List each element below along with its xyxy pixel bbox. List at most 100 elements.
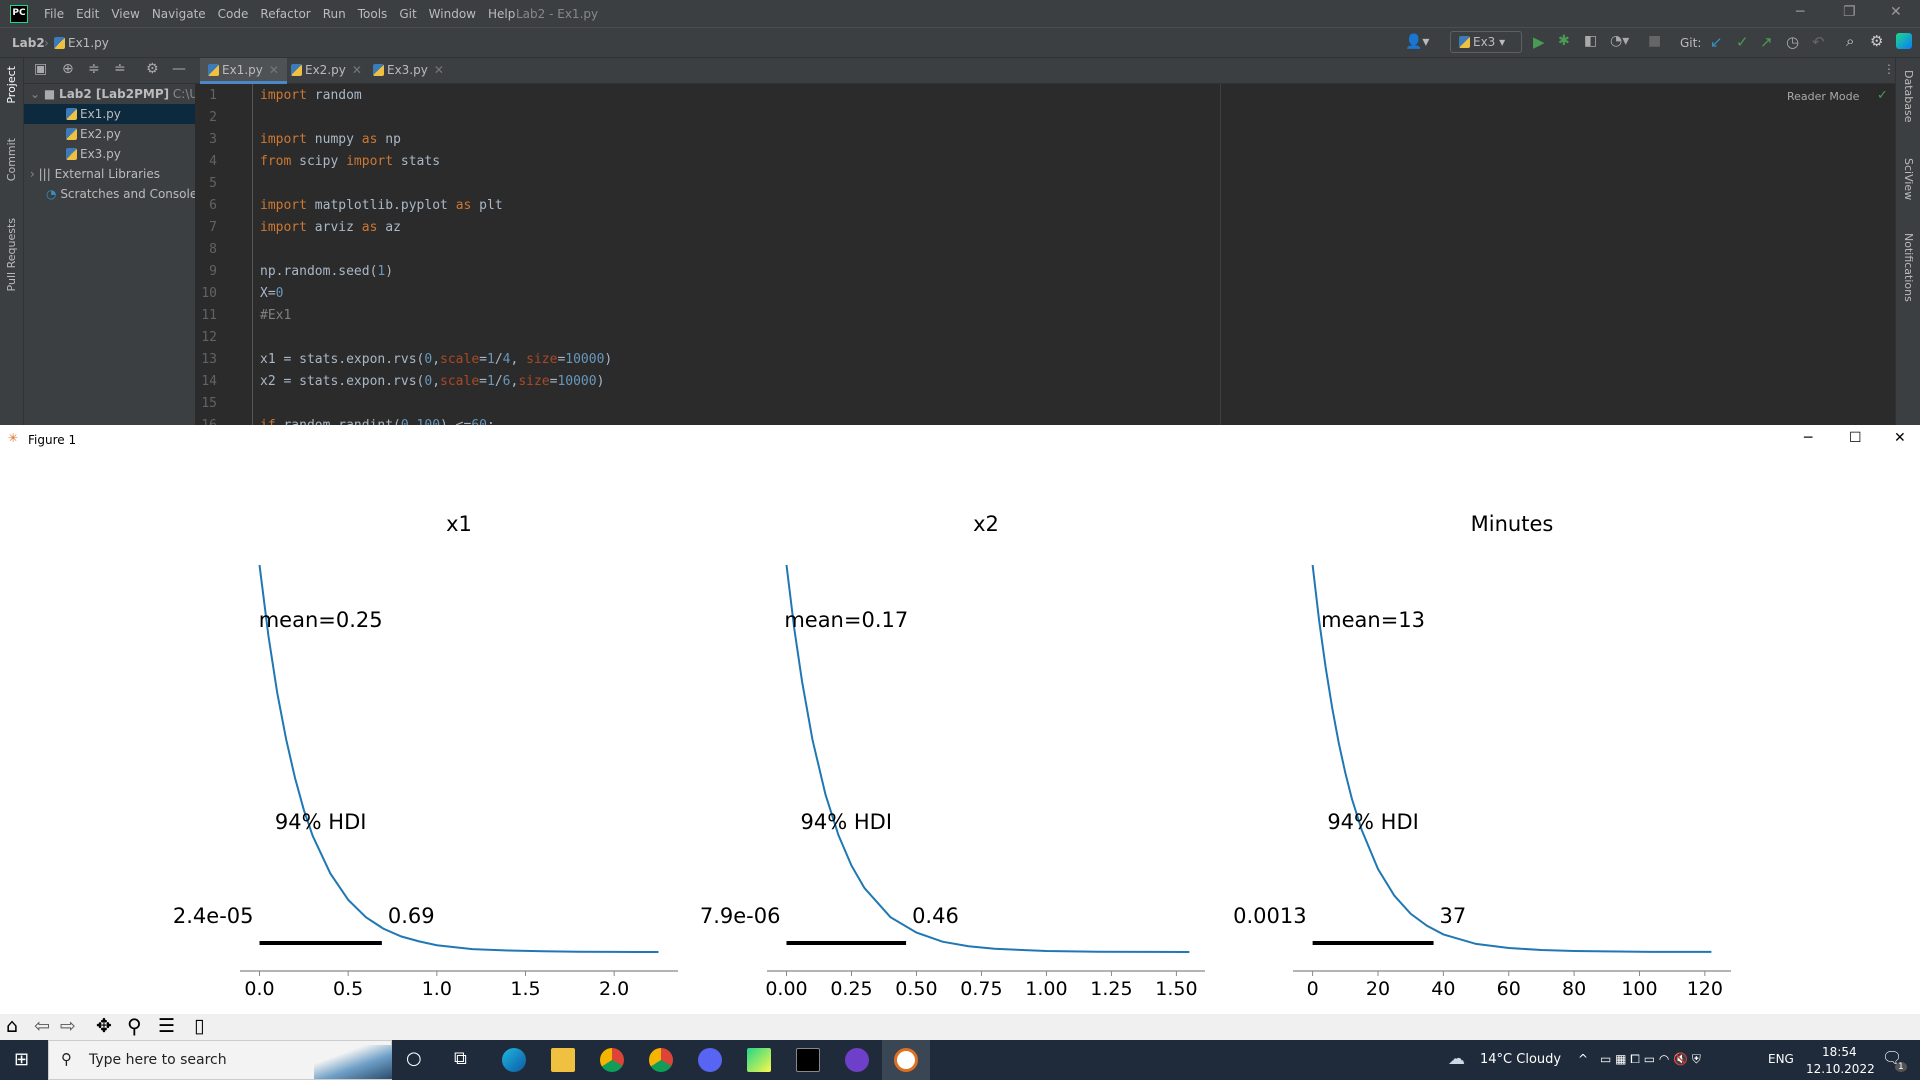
account-icon[interactable]: 👤▾ (1405, 34, 1429, 50)
task-view-icon[interactable]: ⧉ (454, 1048, 467, 1069)
mean-label: mean=13 (1321, 608, 1425, 632)
start-button[interactable]: ⊞ (14, 1049, 29, 1070)
taskbar-search-box[interactable]: ⚲ Type here to search (48, 1040, 392, 1080)
pycharm-taskbar-icon[interactable] (747, 1048, 771, 1072)
chrome-icon-2[interactable] (649, 1048, 673, 1072)
menu-refactor[interactable]: Refactor (260, 7, 310, 21)
debug-icon[interactable]: ✱ (1558, 33, 1570, 49)
tool-window-notifications[interactable]: Notifications (1902, 233, 1915, 302)
code-editor[interactable]: 1 import random 2 3 import numpy as np 4 from … (195, 84, 1895, 425)
menu-file[interactable]: File (44, 7, 64, 21)
menu-window[interactable]: Window (429, 7, 476, 21)
tree-item-ex1[interactable]: Ex1.py (24, 104, 195, 124)
settings-icon[interactable]: ⚙ (1870, 32, 1883, 50)
tree-item-scratches[interactable]: ◔ Scratches and Consoles (24, 184, 195, 204)
code-token: scipy (291, 154, 347, 169)
git-update-icon[interactable]: ↙ (1710, 33, 1723, 51)
close-tab-icon[interactable]: ✕ (352, 63, 362, 77)
terminal-icon[interactable] (796, 1048, 820, 1072)
tab-ex2[interactable]: Ex2.py ✕ (283, 58, 370, 84)
language-indicator[interactable]: ENG (1768, 1052, 1794, 1066)
code-token: , (432, 374, 441, 389)
tool-window-project[interactable]: Project (5, 66, 18, 104)
hide-icon[interactable]: — (172, 61, 186, 77)
menu-code[interactable]: Code (218, 7, 249, 21)
close-button[interactable]: ✕ (1890, 4, 1902, 20)
tree-item-ex2[interactable]: Ex2.py (24, 124, 195, 144)
github-desktop-icon[interactable] (845, 1048, 869, 1072)
history-icon[interactable]: ◷ (1786, 33, 1799, 51)
figure-maximize-button[interactable]: ☐ (1849, 430, 1862, 446)
expand-all-icon[interactable]: ≑ (88, 61, 100, 77)
profile-icon[interactable]: ◔▾ (1610, 33, 1629, 49)
coverage-icon[interactable]: ◧ (1584, 33, 1597, 49)
configure-subplots-icon[interactable]: ☰ (158, 1015, 175, 1037)
restore-button[interactable]: ❐ (1843, 4, 1856, 20)
home-icon[interactable]: ⌂ (6, 1015, 18, 1037)
edge-icon[interactable] (502, 1048, 526, 1072)
tree-item-ex3[interactable]: Ex3.py (24, 144, 195, 164)
tab-label: Ex3.py (387, 63, 428, 77)
menu-tools[interactable]: Tools (358, 7, 388, 21)
matplotlib-taskbar-button[interactable] (882, 1040, 930, 1080)
clock-date[interactable]: 12.10.2022 (1806, 1062, 1875, 1076)
menu-edit[interactable]: Edit (76, 7, 99, 21)
toolbox-icon[interactable] (1896, 33, 1912, 49)
tab-ex1[interactable]: Ex1.py ✕ (200, 58, 287, 84)
python-file-icon (208, 64, 219, 76)
inspection-ok-icon[interactable]: ✓ (1877, 88, 1888, 103)
zoom-icon[interactable]: ⚲ (127, 1014, 142, 1038)
figure-close-button[interactable]: ✕ (1894, 430, 1906, 446)
tool-window-sciview[interactable]: SciView (1902, 158, 1915, 200)
file-explorer-icon[interactable] (551, 1048, 575, 1072)
project-view-icon[interactable]: ▣ (34, 61, 47, 77)
locate-icon[interactable]: ⊕ (62, 61, 74, 77)
tree-label: Ex3.py (80, 147, 121, 161)
menu-view[interactable]: View (111, 7, 139, 21)
tree-item-external-libraries[interactable]: › ||| External Libraries (24, 164, 195, 184)
minimize-button[interactable]: ─ (1796, 4, 1804, 20)
search-icon[interactable]: ⌕ (1846, 32, 1854, 50)
git-commit-icon[interactable]: ✓ (1736, 33, 1749, 51)
figure-minimize-button[interactable]: ─ (1804, 430, 1812, 446)
close-tab-icon[interactable]: ✕ (434, 63, 444, 77)
more-options-icon[interactable]: ⋮ (1883, 62, 1895, 76)
menu-git[interactable]: Git (399, 7, 416, 21)
breadcrumb-file[interactable]: Ex1.py (54, 36, 109, 50)
menu-navigate[interactable]: Navigate (152, 7, 206, 21)
forward-icon[interactable]: ⇨ (60, 1015, 76, 1037)
weather-text[interactable]: 14°C Cloudy (1480, 1052, 1561, 1067)
menu-run[interactable]: Run (323, 7, 346, 21)
rollback-icon[interactable]: ↶ (1812, 33, 1825, 51)
git-label: Git: (1680, 36, 1702, 50)
discord-icon[interactable] (698, 1048, 722, 1072)
tool-window-pull-requests[interactable]: Pull Requests (5, 218, 18, 291)
menu-help[interactable]: Help (488, 7, 515, 21)
collapse-all-icon[interactable]: ≐ (114, 61, 126, 77)
git-push-icon[interactable]: ↗ (1760, 33, 1773, 51)
tool-window-database[interactable]: Database (1902, 70, 1915, 123)
run-icon[interactable]: ▶ (1533, 33, 1545, 51)
code-token: import (260, 88, 307, 103)
back-icon[interactable]: ⇦ (34, 1015, 50, 1037)
tree-item-lab2[interactable]: ⌄ ■ Lab2 [Lab2PMP] C:\User (24, 84, 195, 104)
cortana-icon[interactable]: ○ (406, 1048, 422, 1069)
gear-icon[interactable]: ⚙ (146, 61, 159, 77)
tab-ex3[interactable]: Ex3.py ✕ (365, 58, 452, 84)
tray-overflow-icon[interactable]: ^ (1578, 1052, 1588, 1066)
clock-time[interactable]: 18:54 (1822, 1045, 1857, 1059)
figure-title: Figure 1 (28, 433, 77, 447)
code-token: random (306, 88, 362, 103)
matplotlib-icon: ✳ (8, 431, 19, 445)
stop-icon[interactable]: ■ (1648, 33, 1661, 49)
tool-window-commit[interactable]: Commit (5, 138, 18, 181)
chrome-icon[interactable] (600, 1048, 624, 1072)
pan-icon[interactable]: ✥ (96, 1015, 112, 1037)
tray-icons[interactable]: ▭ ▦ ⧠ ▭ ◠ 🔇 ⛨ (1600, 1052, 1701, 1067)
breadcrumb-project[interactable]: Lab2 (12, 36, 45, 50)
run-config-select[interactable]: Ex3 ▾ (1450, 31, 1522, 53)
save-icon[interactable]: ▯ (194, 1015, 204, 1037)
close-tab-icon[interactable]: ✕ (269, 63, 279, 77)
editor-tabs: Ex1.py ✕ Ex2.py ✕ Ex3.py ✕ ⋮ (195, 58, 1895, 84)
reader-mode-button[interactable]: Reader Mode (1787, 90, 1859, 103)
